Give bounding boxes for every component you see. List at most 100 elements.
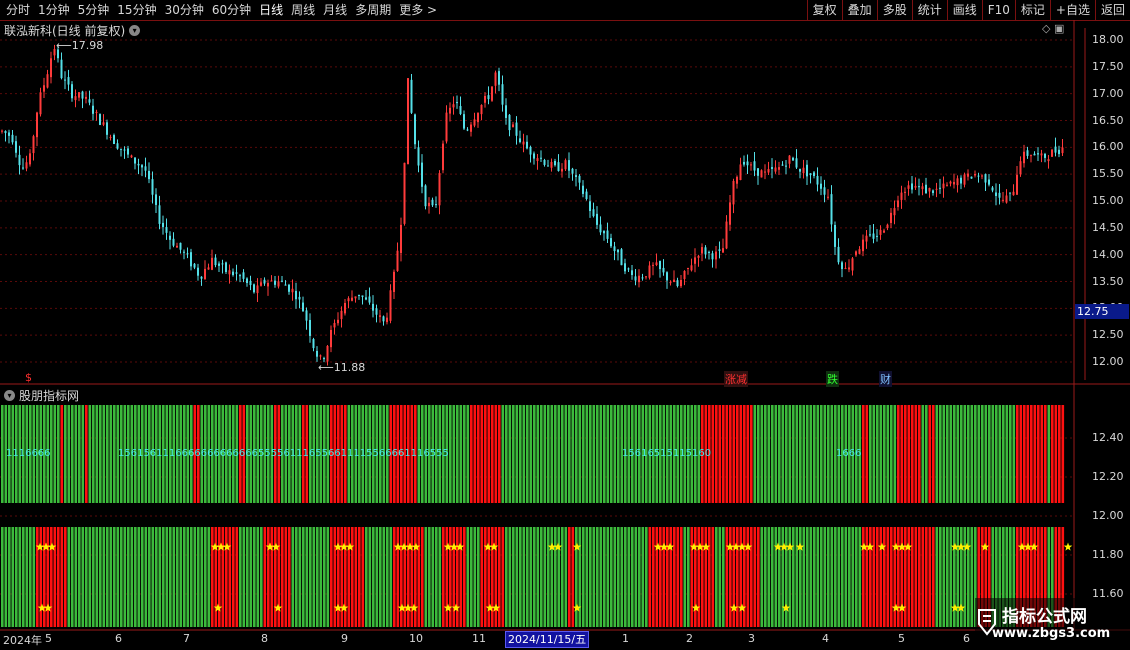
candle-body [340, 310, 343, 320]
indicator-bar [725, 527, 729, 627]
candle-body [865, 235, 868, 242]
candle-body [904, 191, 906, 193]
indicator-bar [543, 405, 547, 503]
indicator-bar [750, 527, 753, 627]
candle-body [36, 112, 38, 138]
indicator-bar [32, 527, 36, 627]
price-tick: 18.00 [1092, 33, 1124, 46]
indicator-bar [232, 527, 235, 627]
candle-body [550, 161, 553, 168]
indicator-bar [53, 527, 57, 627]
candle-body [435, 204, 437, 206]
indicator-bar [288, 527, 291, 627]
indicator-bar [743, 405, 746, 503]
indicator-title[interactable]: ▾ 股朋指标网 [4, 387, 79, 404]
signal-finance[interactable]: 财 [879, 371, 892, 387]
price-tick: 15.00 [1092, 194, 1124, 207]
diamond-icon[interactable]: ◇ [1042, 22, 1050, 35]
indicator-bar [876, 405, 879, 503]
candle-body [60, 59, 63, 79]
indicator-bar [767, 405, 771, 503]
indicator-bar [813, 405, 816, 503]
indicator-bar [680, 527, 683, 627]
indicator-bar [795, 527, 799, 627]
indicator-bar [736, 527, 739, 627]
candle-body [1054, 146, 1057, 153]
indicator-bar [739, 527, 743, 627]
indicator-bar [249, 527, 253, 627]
candle-body [963, 174, 966, 185]
candle-body [102, 122, 105, 125]
indicator-bar [778, 405, 781, 503]
indicator-bar [879, 527, 883, 627]
candle-body [22, 167, 24, 169]
indicator-bar [729, 405, 732, 503]
candle-body [785, 165, 787, 167]
candle-body [1051, 149, 1053, 157]
indicator-bar [193, 527, 197, 627]
indicator-bar [603, 527, 606, 627]
chevron-down-icon[interactable]: ▾ [129, 25, 141, 36]
indicator-bar [526, 527, 529, 627]
indicator-bar [151, 527, 155, 627]
indicator-bar [578, 405, 582, 503]
candle-body [130, 155, 133, 158]
indicator-bar [715, 527, 718, 627]
indicator-bar [403, 527, 407, 627]
date-label: 7 [183, 632, 190, 645]
candle-body [771, 167, 773, 169]
indicator-bar [620, 527, 624, 627]
indicator-bar [1, 527, 4, 627]
signal-rise-reduce[interactable]: 涨减 [724, 371, 748, 387]
signal-fall[interactable]: 跌 [826, 371, 839, 387]
indicator-bar [981, 405, 984, 503]
indicator-bar [753, 405, 757, 503]
indicator-bar [99, 405, 102, 503]
candle-body [197, 267, 199, 276]
candle-body [921, 186, 924, 190]
indicator-bar [554, 527, 557, 627]
candle-body [778, 167, 780, 170]
stock-title[interactable]: 联泓新科(日线 前复权) ▾ [4, 22, 141, 39]
indicator-bar [666, 527, 669, 627]
indicator-bar [869, 527, 872, 627]
candle-body [900, 192, 903, 200]
watermark-url: www.zbgs3.com [992, 626, 1111, 641]
candle-body [186, 253, 189, 255]
candle-body [599, 224, 602, 233]
indicator-bar [53, 405, 57, 503]
indicator-bar [827, 405, 830, 503]
candle-body [200, 276, 203, 279]
chevron-down-icon[interactable]: ▾ [4, 390, 15, 401]
indicator-bar [802, 405, 806, 503]
candle-body [414, 114, 416, 145]
candle-body [620, 249, 623, 266]
indicator-bar [998, 405, 1002, 503]
date-label: 11 [472, 632, 486, 645]
indicator-bar [197, 527, 200, 627]
chart-options: ◇ ▣ [1042, 22, 1064, 35]
panel-icon[interactable]: ▣ [1054, 22, 1064, 35]
indicator-bar [64, 405, 67, 503]
indicator-bar [725, 405, 729, 503]
candle-body [575, 175, 577, 177]
indicator-bar [99, 527, 102, 627]
kline-chart[interactable] [0, 0, 1130, 650]
indicator-bar [928, 527, 932, 627]
indicator-bar [904, 405, 907, 503]
indicator-bar [967, 527, 970, 627]
candle-body [813, 172, 815, 177]
candle-body [484, 95, 486, 103]
candle-body [456, 102, 458, 104]
signal-dollar[interactable]: $ [24, 371, 33, 384]
indicator-bar [505, 527, 508, 627]
candle-body [526, 141, 528, 149]
indicator-bar [641, 527, 645, 627]
candle-body [162, 222, 164, 228]
indicator-bar [316, 527, 319, 627]
candle-body [991, 187, 994, 191]
candle-body [953, 182, 955, 185]
indicator-bar [613, 405, 617, 503]
indicator-bar [697, 527, 701, 627]
indicator-bar [1030, 405, 1033, 503]
